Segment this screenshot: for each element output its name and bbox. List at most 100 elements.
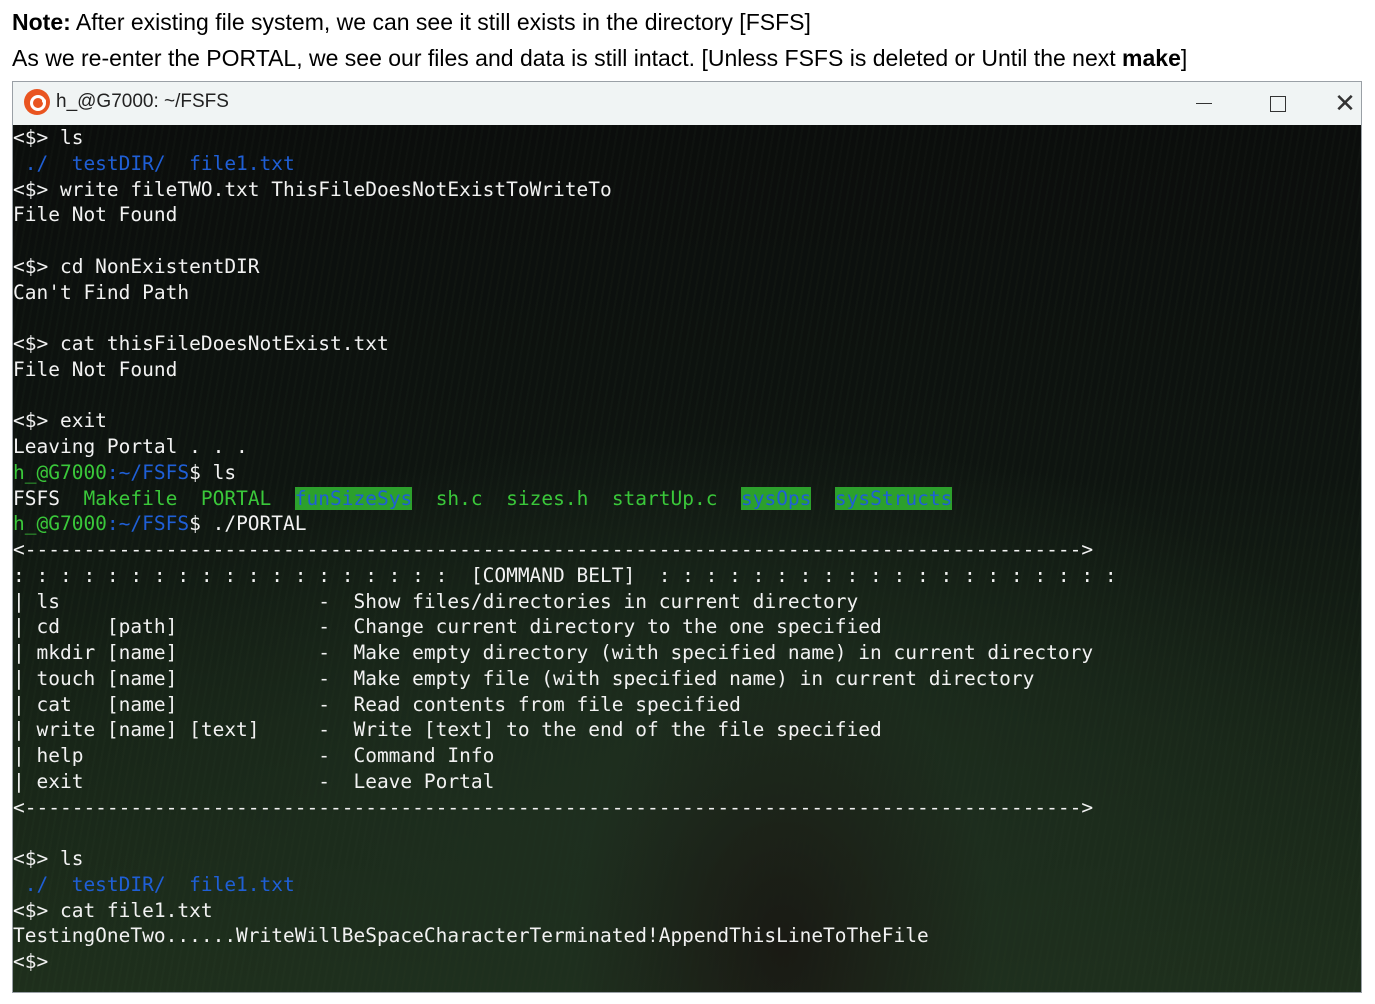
- terminal-line: | exit - Leave Portal: [13, 769, 1361, 795]
- terminal-line: <$> cd NonExistentDIR: [13, 254, 1361, 280]
- terminal-text: File Not Found: [13, 357, 178, 381]
- terminal-text: <$> exit: [13, 409, 107, 433]
- listing-gap: [177, 487, 200, 510]
- listing-gap: [412, 487, 435, 510]
- terminal-line: <$> ls: [13, 846, 1361, 872]
- terminal-text: <$> ls: [13, 126, 84, 149]
- terminal-line: | cd [path] - Change current directory t…: [13, 614, 1361, 640]
- directory-listing: ./ testDIR/ file1.txt: [13, 151, 295, 175]
- terminal-line: <$> cat thisFileDoesNotExist.txt: [13, 331, 1361, 357]
- terminal-text: | touch [name] - Make empty file (with s…: [13, 666, 1035, 690]
- terminal-text: <$>: [13, 950, 49, 973]
- listing-entry: PORTAL: [200, 486, 272, 510]
- terminal-line: FSFS Makefile PORTAL funSizeSys sh.c siz…: [13, 486, 1361, 512]
- terminal-line: File Not Found: [13, 357, 1361, 383]
- listing-entry: sizes.h: [506, 486, 589, 510]
- terminal-line: Can't Find Path: [13, 280, 1361, 306]
- terminal-text: <$> write fileTWO.txt ThisFileDoesNotExi…: [13, 177, 612, 201]
- terminal-line: <---------------------------------------…: [13, 537, 1361, 563]
- listing-gap: [588, 487, 611, 510]
- terminal-text: <---------------------------------------…: [13, 795, 1094, 819]
- close-icon: ✕: [1334, 88, 1356, 119]
- note-line-1: Note: After existing file system, we can…: [12, 4, 1372, 40]
- terminal-window: h_@G7000: ~/FSFS ✕ <$> ls ./ testDIR/ fi…: [12, 81, 1362, 993]
- terminal-text: File Not Found: [13, 203, 178, 227]
- directory-listing: ./ testDIR/ file1.txt: [13, 872, 295, 896]
- listing-gap: [483, 487, 506, 510]
- listing-gap: [717, 487, 740, 510]
- listing-entry: startUp.c: [611, 486, 718, 510]
- prompt-path: :~/FSFS: [106, 512, 190, 536]
- prompt-path: :~/FSFS: [106, 460, 190, 484]
- listing-entry: Makefile: [83, 486, 178, 510]
- maximize-icon: [1270, 95, 1286, 112]
- note-text-2-end: ]: [1180, 45, 1188, 71]
- terminal-text: | cat [name] - Read contents from file s…: [13, 692, 741, 716]
- terminal-line: | touch [name] - Make empty file (with s…: [13, 666, 1361, 692]
- terminal-line: File Not Found: [13, 202, 1361, 228]
- terminal-line: | ls - Show files/directories in current…: [13, 589, 1361, 615]
- terminal-line: <$> write fileTWO.txt ThisFileDoesNotExi…: [13, 177, 1361, 203]
- terminal-line: <$>: [13, 949, 1361, 975]
- prompt-command: $ ls: [189, 460, 237, 484]
- note-text-1: After existing file system, we can see i…: [70, 9, 811, 35]
- minimize-button[interactable]: [1181, 82, 1227, 125]
- terminal-text: | cd [path] - Change current directory t…: [13, 615, 882, 639]
- terminal-line: ./ testDIR/ file1.txt: [13, 872, 1361, 898]
- listing-gap: [271, 487, 294, 510]
- terminal-text: <---------------------------------------…: [13, 538, 1094, 561]
- title-bar[interactable]: h_@G7000: ~/FSFS ✕: [13, 82, 1361, 125]
- terminal-line: TestingOneTwo......WriteWillBeSpaceChara…: [13, 923, 1361, 949]
- prompt-user: h_@G7000: [13, 512, 107, 536]
- maximize-button[interactable]: [1255, 82, 1301, 125]
- listing-entry: sysOps: [740, 486, 812, 510]
- note-text-2: As we re-enter the PORTAL, we see our fi…: [12, 45, 1123, 71]
- terminal-line: <---------------------------------------…: [13, 795, 1361, 821]
- listing-gap: [811, 487, 834, 510]
- terminal-text: | mkdir [name] - Make empty directory (w…: [13, 641, 1094, 664]
- close-button[interactable]: ✕: [1322, 82, 1361, 125]
- terminal-line: <$> exit: [13, 408, 1361, 434]
- terminal-area[interactable]: <$> ls ./ testDIR/ file1.txt <$> write fi…: [13, 125, 1361, 992]
- terminal-text: | help - Command Info: [13, 744, 495, 767]
- terminal-line: h_@G7000:~/FSFS$ ./PORTAL: [13, 511, 1361, 537]
- terminal-line: | write [name] [text] - Write [text] to …: [13, 717, 1361, 743]
- prompt-user: h_@G7000: [13, 460, 107, 484]
- terminal-text: : : : : : : : : : : : : : : : : : : : [C…: [13, 563, 1117, 587]
- prompt-command: $ ./PORTAL: [189, 512, 307, 536]
- listing-entry: funSizeSys: [294, 486, 413, 510]
- note-make-keyword: make: [1122, 45, 1181, 71]
- terminal-line: h_@G7000:~/FSFS$ ls: [13, 460, 1361, 486]
- terminal-line: : : : : : : : : : : : : : : : : : : : [C…: [13, 563, 1361, 589]
- terminal-text: <$> ls: [13, 847, 84, 870]
- listing-entry: FSFS: [13, 486, 60, 510]
- terminal-text: <$> cat file1.txt: [13, 898, 213, 922]
- terminal-text: TestingOneTwo......WriteWillBeSpaceChara…: [13, 924, 929, 948]
- listing-gap: [60, 487, 83, 510]
- terminal-text: | ls - Show files/directories in current…: [13, 589, 859, 613]
- terminal-line: | mkdir [name] - Make empty directory (w…: [13, 640, 1361, 666]
- note-label: Note:: [12, 9, 71, 35]
- window-title: h_@G7000: ~/FSFS: [56, 91, 229, 112]
- terminal-text: <$> cd NonExistentDIR: [13, 254, 260, 278]
- terminal-line: <$> ls: [13, 125, 1361, 151]
- listing-entry: sysStructs: [834, 486, 953, 510]
- terminal-line: Leaving Portal . . .: [13, 434, 1361, 460]
- terminal-line: | help - Command Info: [13, 743, 1361, 769]
- listing-entry: sh.c: [435, 486, 483, 510]
- terminal-text: <$> cat thisFileDoesNotExist.txt: [13, 332, 389, 355]
- minimize-icon: [1196, 103, 1212, 104]
- terminal-line: ./ testDIR/ file1.txt: [13, 151, 1361, 177]
- note-line-2: As we re-enter the PORTAL, we see our fi…: [12, 40, 1372, 76]
- ubuntu-logo-icon[interactable]: [24, 89, 50, 115]
- terminal-line: | cat [name] - Read contents from file s…: [13, 692, 1361, 718]
- terminal-output: <$> ls ./ testDIR/ file1.txt <$> write fi…: [13, 125, 1361, 975]
- terminal-text: Can't Find Path: [13, 280, 190, 304]
- terminal-text: | write [name] [text] - Write [text] to …: [13, 718, 882, 742]
- terminal-text: Leaving Portal . . .: [13, 435, 248, 458]
- terminal-line: <$> cat file1.txt: [13, 898, 1361, 924]
